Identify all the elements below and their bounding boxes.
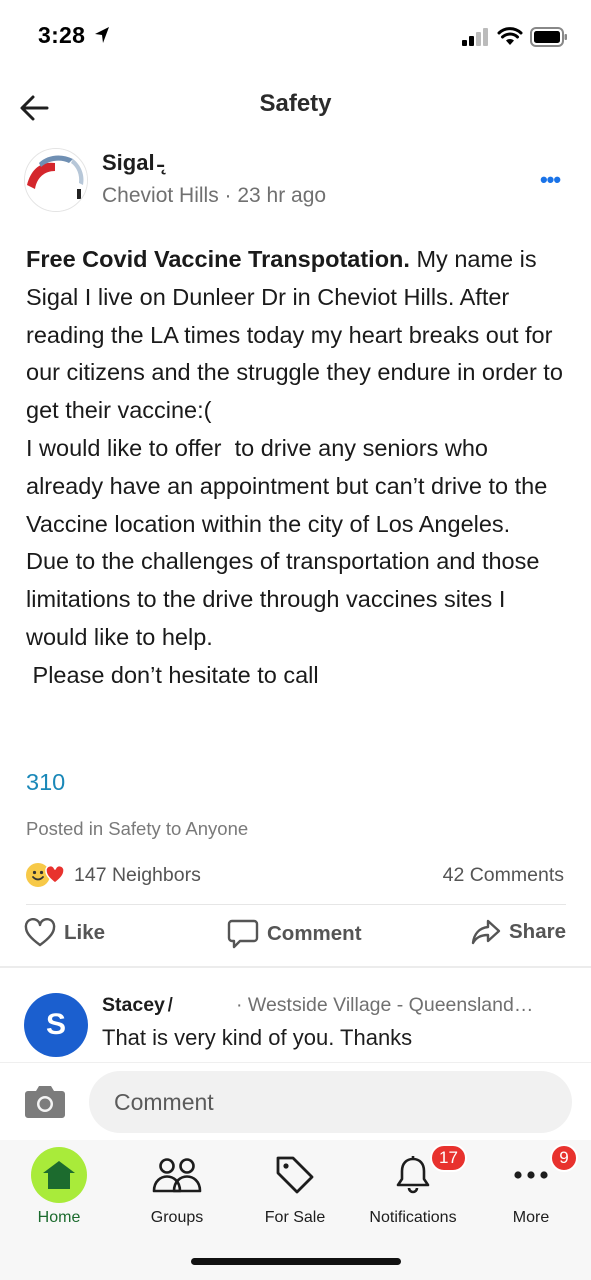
divider — [26, 904, 566, 905]
cellular-signal-icon — [462, 28, 490, 51]
comment-label: Comment — [267, 922, 362, 945]
battery-icon — [530, 27, 568, 52]
notifications-badge: 17 — [430, 1144, 467, 1172]
reactions-summary[interactable]: 147 Neighbors — [24, 860, 201, 890]
share-button[interactable]: Share — [471, 918, 566, 946]
comment-button[interactable]: Comment — [227, 918, 362, 950]
nav-header: Safety — [0, 80, 591, 130]
post-text: My name is Sigal I live on Dunleer Dr in… — [26, 246, 563, 688]
more-options-icon[interactable]: ••• — [535, 168, 565, 192]
section-divider — [0, 966, 591, 968]
tab-label: Notifications — [369, 1209, 457, 1226]
camera-button[interactable] — [24, 1083, 66, 1119]
share-label: Share — [509, 920, 566, 943]
location-arrow-icon — [94, 26, 110, 49]
like-button[interactable]: Like — [24, 918, 105, 948]
tab-label: Groups — [150, 1209, 204, 1226]
home-indicator — [191, 1258, 401, 1265]
tab-label: For Sale — [264, 1209, 326, 1226]
tab-groups[interactable]: Groups — [118, 1144, 236, 1227]
author-name[interactable]: Sigal ̵˛ — [102, 150, 168, 176]
home-icon — [31, 1147, 87, 1203]
comment-composer: Comment — [0, 1062, 591, 1140]
tab-label: More — [512, 1209, 550, 1226]
bell-icon — [396, 1156, 430, 1194]
status-time: 3:28 — [38, 22, 86, 48]
page-title: Safety — [259, 90, 332, 117]
price-tag-icon — [276, 1156, 314, 1194]
wifi-icon — [497, 26, 523, 51]
commenter-name[interactable]: Stacey ̸ — [102, 994, 170, 1017]
tab-label: Home — [37, 1209, 81, 1226]
author-avatar[interactable] — [24, 148, 88, 212]
phone-link[interactable]: 310 — [26, 769, 65, 796]
status-bar: 3:28 — [0, 0, 591, 72]
more-badge: 9 — [550, 1144, 578, 1172]
tab-more[interactable]: 9 More — [472, 1144, 590, 1227]
heart-reaction-icon — [44, 864, 66, 886]
posted-in-label[interactable]: Posted in Safety to Anyone — [26, 818, 248, 840]
post-title: Free Covid Vaccine Transpotation. — [26, 246, 410, 272]
post-meta: Cheviot Hills · 23 hr ago — [102, 184, 327, 207]
groups-icon — [152, 1158, 202, 1193]
more-dots-icon — [514, 1171, 548, 1179]
reaction-count: 147 Neighbors — [74, 863, 201, 886]
commenter-meta: · Westside Village - Queensland… — [236, 994, 534, 1016]
comment-text: That is very kind of you. Thanks — [102, 1025, 413, 1050]
tab-for-sale[interactable]: For Sale — [236, 1144, 354, 1227]
speech-bubble-icon — [227, 919, 259, 949]
comment-input[interactable]: Comment — [89, 1071, 572, 1133]
comments-count[interactable]: 42 Comments — [443, 864, 564, 887]
post-body: Free Covid Vaccine Transpotation. My nam… — [26, 241, 571, 695]
tab-home[interactable]: Home — [0, 1144, 118, 1227]
commenter-avatar[interactable]: S — [24, 993, 88, 1057]
share-arrow-icon — [471, 919, 501, 945]
heart-outline-icon — [24, 918, 56, 947]
camera-icon — [25, 1086, 65, 1118]
tab-notifications[interactable]: 17 Notifications — [354, 1144, 472, 1227]
post-actions: Like Comment Share — [0, 912, 591, 956]
like-label: Like — [64, 921, 106, 944]
